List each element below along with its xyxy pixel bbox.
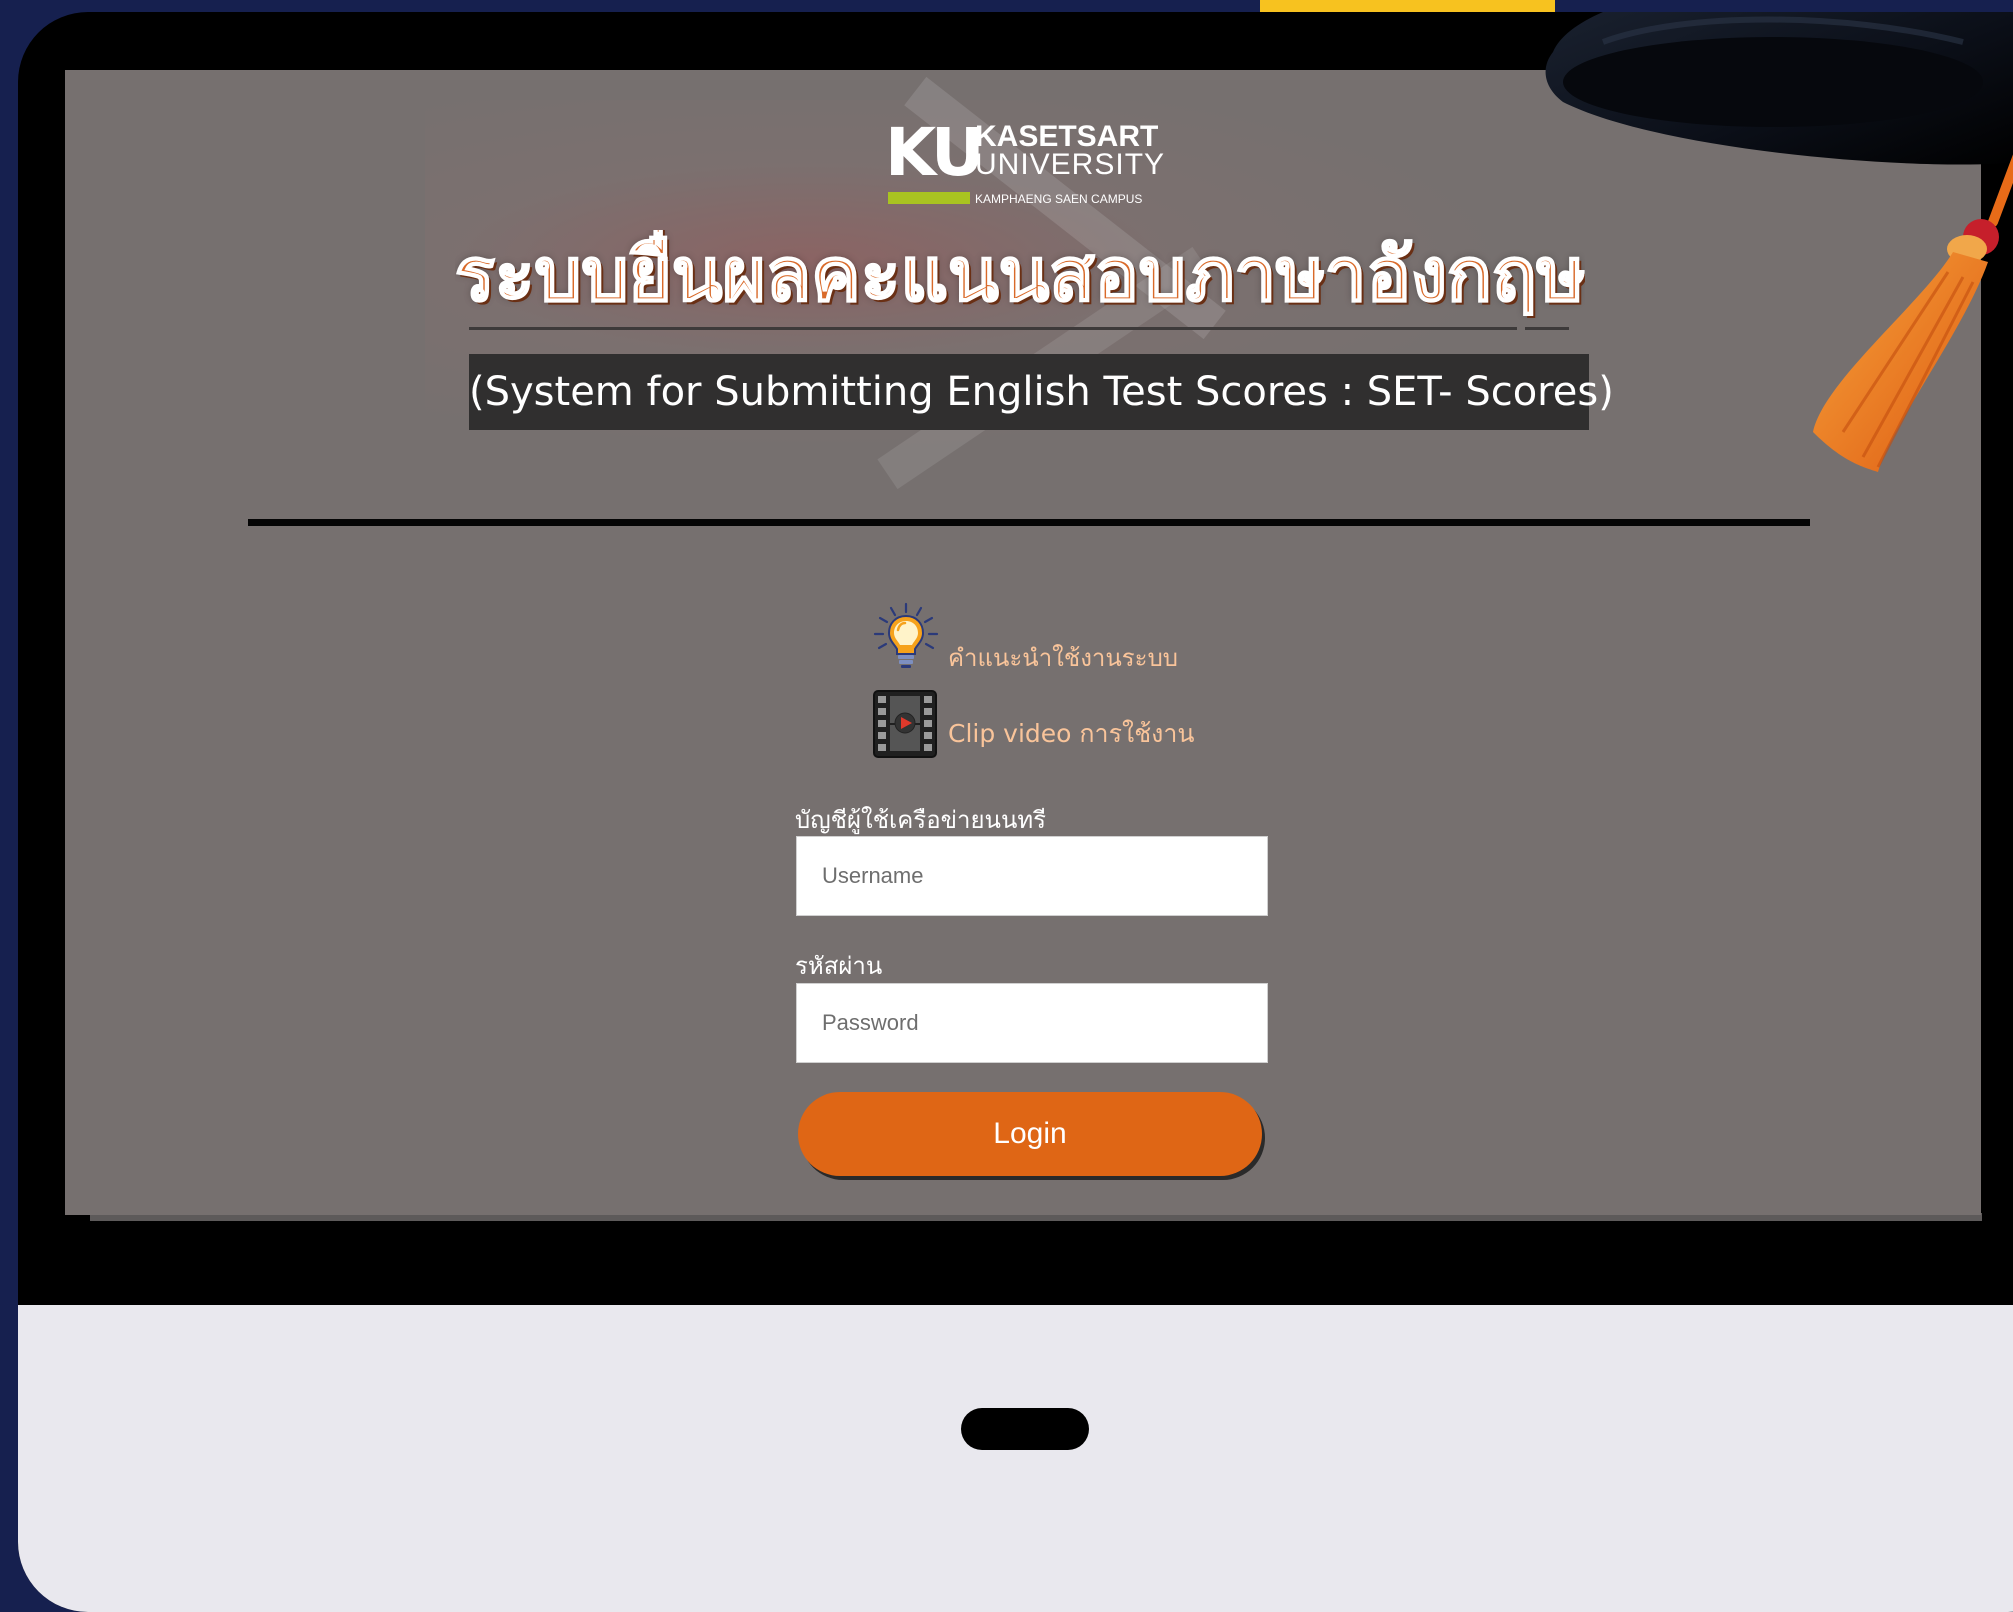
username-input[interactable] — [796, 836, 1268, 916]
guide-link[interactable]: คำแนะนำใช้งานระบบ — [948, 638, 1178, 677]
ku-logo: KU KASETSART UNIVERSITY KAMPHAENG SAEN C… — [885, 114, 1164, 208]
monitor-frame: KU KASETSART UNIVERSITY KAMPHAENG SAEN C… — [18, 12, 2013, 1612]
guide-link-row[interactable]: คำแนะนำใช้งานระบบ — [871, 602, 1271, 672]
password-input[interactable] — [796, 983, 1268, 1063]
lightbulb-icon[interactable] — [871, 602, 941, 672]
title-underline — [469, 327, 1517, 330]
graduation-cap-decoration — [1545, 12, 2013, 472]
username-label: บัญชีผู้ใช้เครือข่ายนนทรี — [795, 806, 1047, 834]
video-link[interactable]: Clip video การใช้งาน — [948, 714, 1195, 754]
logo-green-bar — [888, 192, 970, 204]
logo-mark: KU — [885, 114, 985, 191]
password-label: รหัสผ่าน — [795, 952, 883, 980]
page-title-thai: ระบบยื่นผลคะแนนสอบภาษาอังกฤษ — [455, 231, 1585, 319]
video-link-row[interactable]: Clip video การใช้งาน — [871, 690, 1271, 760]
logo-campus: KAMPHAENG SAEN CAMPUS — [975, 192, 1143, 206]
film-play-icon[interactable] — [871, 690, 941, 760]
monitor-chin — [18, 1305, 2013, 1612]
logo-university: UNIVERSITY — [975, 148, 1166, 181]
page-title-english: (System for Submitting English Test Scor… — [469, 354, 1614, 430]
login-button[interactable]: Login — [798, 1092, 1262, 1176]
monitor-button — [961, 1408, 1089, 1450]
top-yellow-accent — [1260, 0, 1555, 12]
